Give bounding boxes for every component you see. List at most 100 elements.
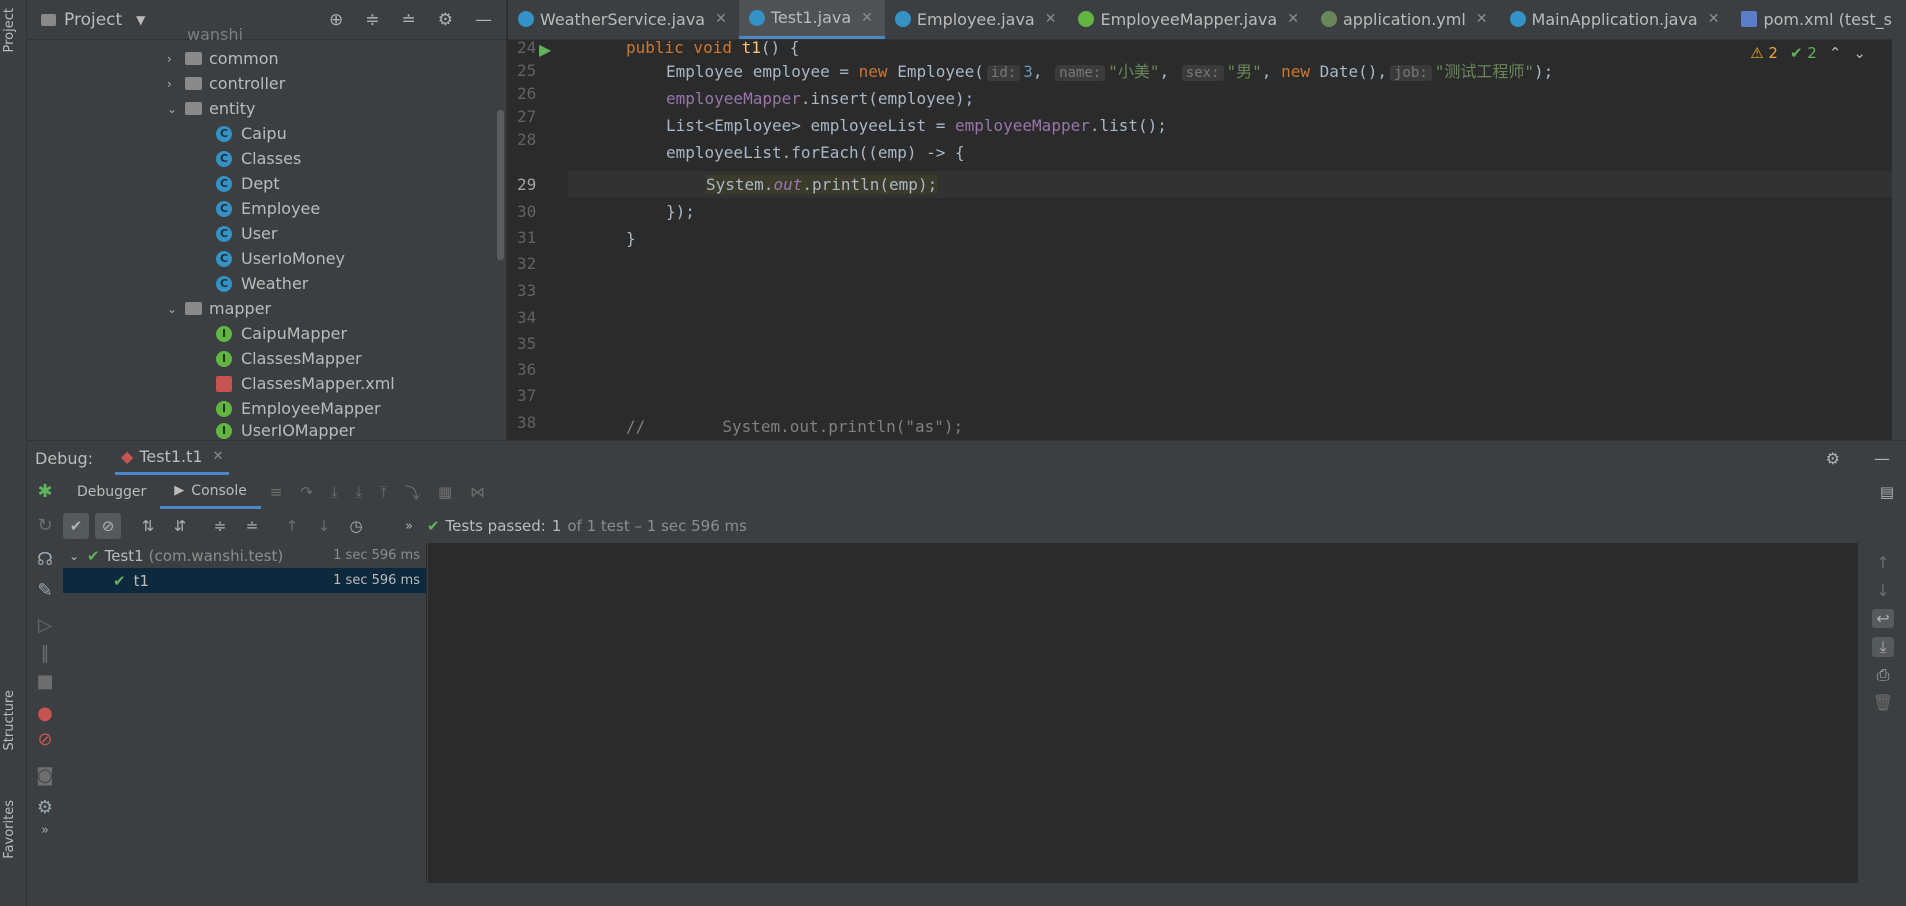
- tree-item[interactable]: I UserIOMapper: [216, 421, 355, 440]
- tree-item[interactable]: C Dept: [216, 171, 280, 196]
- chevron-down-icon[interactable]: ▼: [136, 13, 145, 27]
- tab-console[interactable]: ▶ Console: [160, 475, 261, 509]
- tree-item[interactable]: › controller: [167, 71, 285, 96]
- history-icon[interactable]: ◷: [343, 513, 369, 539]
- close-icon[interactable]: ✕: [1476, 11, 1488, 27]
- editor-tab[interactable]: pom.xml (test_springboot: [1731, 0, 1906, 39]
- tree-item[interactable]: wanshi: [187, 22, 243, 47]
- chevron-right-icon[interactable]: ›: [167, 77, 185, 91]
- close-icon[interactable]: ✕: [1287, 11, 1299, 27]
- code-line-26[interactable]: employeeMapper.insert(employee);: [666, 85, 974, 112]
- chevron-down-icon[interactable]: ⌄: [167, 102, 185, 116]
- project-title[interactable]: Project: [64, 10, 122, 30]
- force-step-into-icon[interactable]: ⤓: [356, 483, 363, 501]
- project-scrollbar[interactable]: [497, 110, 504, 260]
- code-line-29[interactable]: System.out.println(emp);: [706, 171, 938, 198]
- modify-run-icon[interactable]: ↻: [35, 515, 55, 536]
- editor-tab[interactable]: Employee.java ✕: [885, 0, 1069, 39]
- evaluate-icon[interactable]: ▦: [438, 483, 452, 501]
- minimize-icon[interactable]: —: [1874, 449, 1890, 468]
- inspection-widget[interactable]: ⚠ 2 ✔ 2 ⌃ ⌄: [1750, 44, 1866, 62]
- gear-icon[interactable]: ⚙: [35, 797, 55, 818]
- tree-item[interactable]: I EmployeeMapper: [216, 396, 381, 421]
- code-line-31[interactable]: }: [626, 225, 636, 252]
- trash-icon[interactable]: 🗑: [1872, 693, 1894, 712]
- test-suite-row[interactable]: ⌄ ✔ Test1 (com.wanshi.test) 1 sec 596 ms: [63, 543, 426, 568]
- code-line-38[interactable]: // System.out.println("as");: [626, 413, 963, 440]
- debug-config-tab[interactable]: ◆ Test1.t1 ✕: [115, 441, 230, 475]
- step-into-icon[interactable]: ⤓: [331, 483, 338, 501]
- chevron-up-icon[interactable]: ⌃: [1829, 44, 1842, 62]
- close-icon[interactable]: ✕: [1045, 11, 1057, 27]
- breakpoints-icon[interactable]: ●: [35, 703, 55, 724]
- minimize-icon[interactable]: —: [475, 10, 492, 30]
- mute-breakpoints-icon[interactable]: ⊘: [35, 729, 55, 750]
- gear-icon[interactable]: ⚙: [438, 10, 453, 30]
- rerun-icon[interactable]: ✱: [35, 481, 55, 502]
- tree-item[interactable]: › common: [167, 46, 279, 71]
- sort-duration-icon[interactable]: ⇵: [167, 513, 193, 539]
- editor-tab[interactable]: EmployeeMapper.java ✕: [1068, 0, 1310, 39]
- chevron-right-icon[interactable]: ›: [167, 52, 185, 66]
- chevron-down-icon[interactable]: ⌄: [69, 549, 87, 563]
- chevron-down-icon[interactable]: ⌄: [1853, 44, 1866, 62]
- code-line-25[interactable]: Employee employee = new Employee(id: 3, n…: [666, 58, 1553, 85]
- tree-item[interactable]: I CaipuMapper: [216, 321, 347, 346]
- editor-tab[interactable]: MainApplication.java ✕: [1500, 0, 1732, 39]
- code-line-30[interactable]: });: [666, 198, 695, 225]
- expand-all-icon[interactable]: ≑: [207, 513, 233, 539]
- run-to-cursor-icon[interactable]: ⤵: [405, 482, 420, 503]
- collapse-all-icon[interactable]: ≐: [239, 513, 265, 539]
- tree-item[interactable]: ⌄ mapper: [167, 296, 271, 321]
- stop-icon[interactable]: ■: [35, 671, 55, 692]
- menu-icon[interactable]: ≡: [270, 483, 283, 501]
- expand-all-icon[interactable]: ≑: [365, 10, 379, 30]
- layout-icon[interactable]: ▤: [1880, 483, 1894, 501]
- print-icon[interactable]: ⎙: [1872, 665, 1894, 685]
- collapse-all-icon[interactable]: ≐: [402, 10, 416, 30]
- tab-debugger[interactable]: Debugger: [63, 475, 160, 509]
- pause-icon[interactable]: ∥: [35, 643, 55, 664]
- camera-icon[interactable]: ◙: [35, 765, 55, 786]
- tree-item[interactable]: C Classes: [216, 146, 301, 171]
- console-output[interactable]: [428, 543, 1858, 883]
- scroll-to-end-icon[interactable]: ⤓: [1872, 637, 1894, 657]
- more-icon[interactable]: »: [35, 823, 55, 838]
- tree-item[interactable]: ⌄ entity: [167, 96, 255, 121]
- sort-alpha-icon[interactable]: ⇅: [135, 513, 161, 539]
- tree-item[interactable]: C UserIoMoney: [216, 246, 345, 271]
- tree-item[interactable]: C Caipu: [216, 121, 287, 146]
- tree-item[interactable]: ClassesMapper.xml: [216, 371, 395, 396]
- arrow-up-icon[interactable]: ↑: [1872, 553, 1894, 572]
- tree-item[interactable]: I ClassesMapper: [216, 346, 362, 371]
- close-icon[interactable]: ✕: [861, 10, 873, 26]
- tree-item[interactable]: C User: [216, 221, 277, 246]
- code-line-27[interactable]: List<Employee> employeeList = employeeMa…: [666, 112, 1167, 139]
- trace-icon[interactable]: ⋈: [470, 483, 485, 501]
- resume-icon[interactable]: ▷: [35, 615, 55, 636]
- prev-failed-icon[interactable]: ↑: [279, 513, 305, 539]
- close-icon[interactable]: ✕: [715, 11, 727, 27]
- step-over-icon[interactable]: ↷: [300, 483, 313, 501]
- structure-tool-tab[interactable]: Structure: [2, 690, 17, 750]
- run-gutter-icon[interactable]: ▶: [539, 40, 551, 59]
- test-case-row[interactable]: ✔ t1 1 sec 596 ms: [63, 568, 426, 593]
- soft-wrap-icon[interactable]: ↩: [1872, 609, 1894, 628]
- code-line-24[interactable]: public void t1() {: [626, 34, 799, 61]
- tree-item[interactable]: C Employee: [216, 196, 320, 221]
- editor-tab[interactable]: application.yml ✕: [1311, 0, 1500, 39]
- locate-icon[interactable]: ⊕: [329, 10, 343, 30]
- show-ignored-icon[interactable]: ⊘: [95, 513, 121, 539]
- next-failed-icon[interactable]: ↓: [311, 513, 337, 539]
- code-line-28[interactable]: employeeList.forEach((emp) -> {: [666, 139, 965, 166]
- chevron-down-icon[interactable]: ⌄: [167, 302, 185, 316]
- tree-item[interactable]: C Weather: [216, 271, 308, 296]
- show-passed-icon[interactable]: ✔: [63, 513, 89, 539]
- favorites-tool-tab[interactable]: Favorites: [2, 800, 17, 859]
- close-icon[interactable]: ✕: [213, 449, 224, 464]
- step-out-icon[interactable]: ⤒: [380, 483, 387, 501]
- close-icon[interactable]: ✕: [1708, 11, 1720, 27]
- project-tool-tab[interactable]: Project: [2, 8, 17, 52]
- headset-icon[interactable]: ☊: [35, 549, 55, 570]
- wrench-icon[interactable]: ✎: [35, 580, 55, 601]
